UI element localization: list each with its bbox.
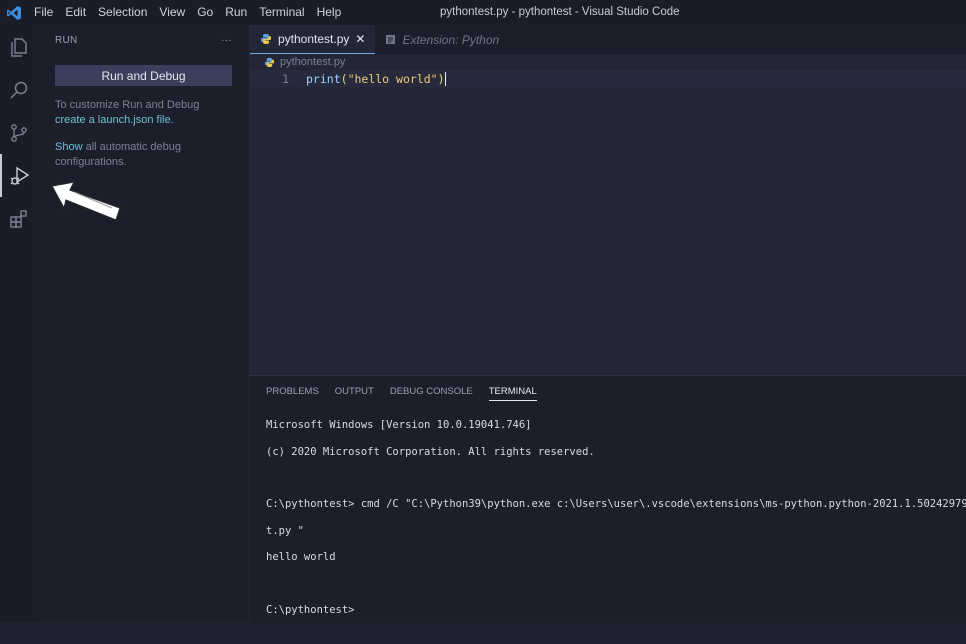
extensions-button[interactable]: [0, 197, 38, 240]
source-control-icon: [11, 123, 27, 142]
breadcrumb-file: pythontest.py: [280, 56, 346, 68]
search-button[interactable]: [0, 68, 38, 111]
menu-file[interactable]: File: [28, 0, 59, 25]
vscode-logo-icon: [0, 0, 28, 25]
terminal-line: hello world: [266, 551, 336, 564]
tab-debug-console[interactable]: DEBUG CONSOLE: [390, 386, 473, 397]
code-function: print: [306, 71, 341, 86]
editor-area: pythontest.py ✕ Extension: Python python…: [250, 25, 966, 375]
menu-run[interactable]: Run: [219, 0, 253, 25]
code-line[interactable]: 1 print("hello world"): [250, 70, 966, 87]
files-icon: [11, 37, 27, 57]
title-bar: File Edit Selection View Go Run Terminal…: [0, 0, 966, 25]
code-paren-open: (: [340, 71, 348, 86]
menu-edit[interactable]: Edit: [59, 0, 92, 25]
run-debug-button[interactable]: [0, 154, 38, 197]
explorer-button[interactable]: [0, 25, 38, 68]
tab-label: Extension: Python: [402, 32, 500, 47]
terminal-line: C:\pythontest> cmd /C "C:\Python39\pytho…: [266, 498, 966, 511]
menu-help[interactable]: Help: [311, 0, 348, 25]
python-file-icon: [261, 34, 271, 44]
tab-terminal[interactable]: TERMINAL: [488, 382, 537, 401]
code-string: "hello world": [347, 71, 438, 86]
close-tab-icon[interactable]: ✕: [355, 32, 365, 46]
python-file-icon: [264, 57, 275, 67]
terminal-line: t.py ": [266, 524, 304, 537]
extensions-icon: [10, 209, 27, 228]
menu-view[interactable]: View: [153, 0, 191, 25]
menu-terminal[interactable]: Terminal: [253, 0, 310, 25]
line-number: 1: [282, 71, 289, 86]
create-launch-json-link[interactable]: create a launch.json file: [55, 114, 171, 126]
menu-bar: File Edit Selection View Go Run Terminal…: [28, 0, 347, 25]
breadcrumb[interactable]: pythontest.py: [250, 54, 966, 70]
tab-output[interactable]: OUTPUT: [335, 386, 374, 397]
activity-bar: [0, 25, 38, 622]
panel-tabs: PROBLEMS OUTPUT DEBUG CONSOLE TERMINAL: [250, 376, 966, 406]
sidebar-header: RUN ···: [38, 25, 249, 55]
terminal-line: (c) 2020 Microsoft Corporation. All righ…: [266, 445, 595, 458]
customize-hint: To customize Run and Debug create a laun…: [55, 98, 232, 128]
terminal-line: Microsoft Windows [Version 10.0.19041.74…: [266, 419, 532, 432]
terminal-output[interactable]: Microsoft Windows [Version 10.0.19041.74…: [250, 406, 966, 644]
text-cursor: [444, 71, 446, 86]
source-control-button[interactable]: [0, 111, 38, 154]
code-paren-close: ): [437, 71, 445, 86]
bottom-panel: PROBLEMS OUTPUT DEBUG CONSOLE TERMINAL M…: [250, 375, 966, 623]
tab-pythontest[interactable]: pythontest.py ✕: [250, 25, 376, 54]
run-and-debug-button[interactable]: Run and Debug: [55, 65, 232, 86]
more-actions-icon[interactable]: ···: [221, 35, 232, 46]
sidebar-title: RUN: [55, 34, 78, 46]
search-icon: [10, 81, 28, 99]
tab-label: pythontest.py: [278, 32, 350, 46]
tab-extension-python[interactable]: Extension: Python: [375, 25, 509, 54]
menu-selection[interactable]: Selection: [92, 0, 153, 25]
customize-period: .: [170, 114, 174, 126]
pointer-arrow-annotation: [51, 181, 121, 221]
customize-text: To customize Run and Debug: [55, 99, 200, 111]
menu-go[interactable]: Go: [191, 0, 219, 25]
editor-tabs: pythontest.py ✕ Extension: Python: [250, 25, 966, 54]
terminal-line: C:\pythontest>: [266, 604, 355, 617]
tab-problems[interactable]: PROBLEMS: [266, 386, 319, 397]
show-debug-configs-hint: Show all automatic debug configurations.: [55, 140, 232, 170]
show-link[interactable]: Show: [55, 141, 83, 153]
run-debug-icon: [10, 166, 30, 185]
run-sidebar: RUN ··· Run and Debug To customize Run a…: [38, 25, 250, 622]
extension-page-icon: [386, 35, 396, 44]
